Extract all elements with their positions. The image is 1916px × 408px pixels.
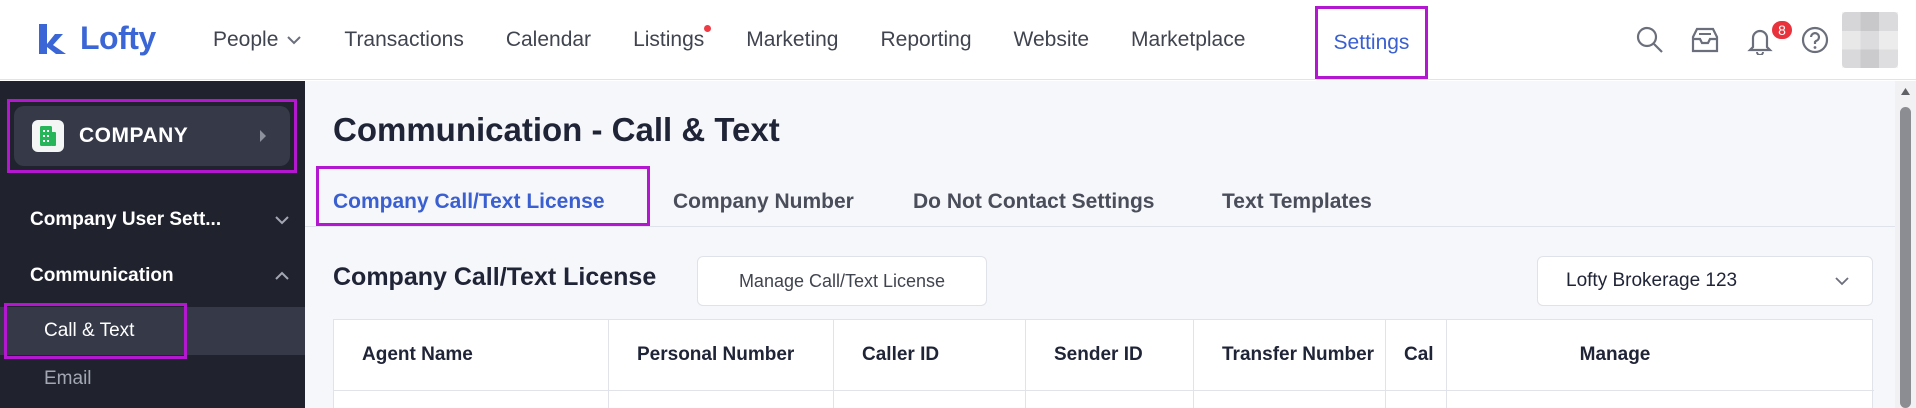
- sidebar-group-label: Company User Sett...: [30, 209, 222, 230]
- nav-listings-label: Listings: [633, 28, 705, 51]
- table-cell: [334, 391, 609, 408]
- listings-notification-dot: [704, 25, 712, 32]
- table-cell: [609, 391, 834, 408]
- section-title: Company Call/Text License: [333, 263, 657, 291]
- search-icon: [1636, 26, 1663, 53]
- scroll-up-arrow-icon[interactable]: [1900, 87, 1911, 96]
- tab-label: Company Number: [673, 190, 854, 213]
- chevron-down-icon: [1835, 277, 1849, 286]
- column-header-sender-id[interactable]: Sender ID: [1026, 320, 1194, 390]
- nav-settings-label: Settings: [1333, 30, 1410, 54]
- tab-do-not-contact-settings[interactable]: Do Not Contact Settings: [913, 177, 1155, 227]
- license-table: Agent Name Personal Number Caller ID Sen…: [333, 319, 1874, 408]
- tab-company-number[interactable]: Company Number: [673, 177, 854, 227]
- table-row: [334, 390, 1874, 408]
- nav-calendar-label: Calendar: [505, 28, 592, 51]
- nav-marketing[interactable]: Marketing: [746, 28, 838, 52]
- tab-label: Text Templates: [1222, 190, 1372, 213]
- column-header-cal[interactable]: Cal: [1386, 320, 1447, 390]
- scrollbar[interactable]: [1895, 81, 1916, 408]
- brokerage-select[interactable]: Lofty Brokerage 123: [1537, 256, 1873, 306]
- call-text-highlight-box: [4, 303, 187, 359]
- notification-badge: 8: [1770, 19, 1794, 41]
- chevron-up-icon: [275, 271, 289, 280]
- inbox-icon: [1691, 27, 1719, 53]
- chevron-down-icon: [275, 216, 289, 225]
- nav-settings[interactable]: Settings: [1334, 31, 1410, 55]
- nav-marketplace[interactable]: Marketplace: [1131, 28, 1245, 52]
- sidebar-group-communication[interactable]: Communication: [30, 261, 290, 291]
- table-cell: [1386, 391, 1447, 408]
- main-nav: People Transactions Calendar Listings Ma…: [213, 0, 1287, 80]
- tab-text-templates[interactable]: Text Templates: [1222, 177, 1372, 227]
- help-icon: [1801, 26, 1829, 54]
- lofty-logo-icon: [39, 24, 66, 54]
- nav-reporting[interactable]: Reporting: [880, 28, 971, 52]
- nav-people[interactable]: People: [213, 28, 302, 52]
- column-header-transfer-number[interactable]: Transfer Number: [1194, 320, 1386, 390]
- manage-license-button[interactable]: Manage Call/Text License: [697, 256, 987, 306]
- nav-website[interactable]: Website: [1014, 28, 1089, 52]
- tab-highlight-box: [316, 166, 650, 226]
- tab-label: Do Not Contact Settings: [913, 190, 1155, 213]
- nav-listings[interactable]: Listings: [633, 25, 712, 52]
- sidebar-item-email[interactable]: Email: [0, 355, 305, 403]
- scrollbar-thumb[interactable]: [1900, 107, 1911, 408]
- nav-transactions-label: Transactions: [344, 28, 464, 51]
- column-header-caller-id[interactable]: Caller ID: [834, 320, 1026, 390]
- sidebar-group-label: Communication: [30, 265, 174, 286]
- inbox-button[interactable]: [1685, 20, 1725, 60]
- column-header-personal-number[interactable]: Personal Number: [609, 320, 834, 390]
- main-content: Communication - Call & Text Company Call…: [305, 81, 1895, 408]
- chevron-down-icon: [287, 36, 302, 45]
- nav-marketing-label: Marketing: [746, 28, 839, 51]
- sidebar-group-company-user-settings[interactable]: Company User Sett...: [30, 205, 290, 235]
- nav-marketplace-label: Marketplace: [1131, 28, 1246, 51]
- table-cell: [1026, 391, 1194, 408]
- search-button[interactable]: [1630, 20, 1670, 60]
- nav-people-label: People: [213, 28, 279, 51]
- avatar[interactable]: [1842, 12, 1898, 68]
- top-navigation-bar: Lofty People Transactions Calendar Listi…: [0, 0, 1916, 80]
- brokerage-select-value: Lofty Brokerage 123: [1566, 270, 1738, 291]
- brand-name: Lofty: [80, 19, 156, 56]
- nav-reporting-label: Reporting: [880, 28, 972, 51]
- nav-transactions[interactable]: Transactions: [344, 28, 463, 52]
- company-highlight-box: [7, 99, 297, 173]
- notifications-button[interactable]: 8: [1740, 19, 1794, 60]
- nav-settings-highlight: Settings: [1315, 6, 1428, 79]
- table-cell: [1194, 391, 1386, 408]
- column-header-agent-name[interactable]: Agent Name: [334, 320, 609, 390]
- help-button[interactable]: [1795, 20, 1835, 60]
- sidebar-item-label: Email: [44, 368, 92, 389]
- lofty-logo[interactable]: Lofty: [36, 18, 156, 58]
- column-header-manage: Manage: [1579, 344, 1651, 365]
- nav-calendar[interactable]: Calendar: [506, 28, 591, 52]
- top-icons: 8: [1630, 18, 1850, 62]
- table-cell: [834, 391, 1026, 408]
- nav-website-label: Website: [1013, 28, 1090, 51]
- page-title: Communication - Call & Text: [333, 111, 780, 148]
